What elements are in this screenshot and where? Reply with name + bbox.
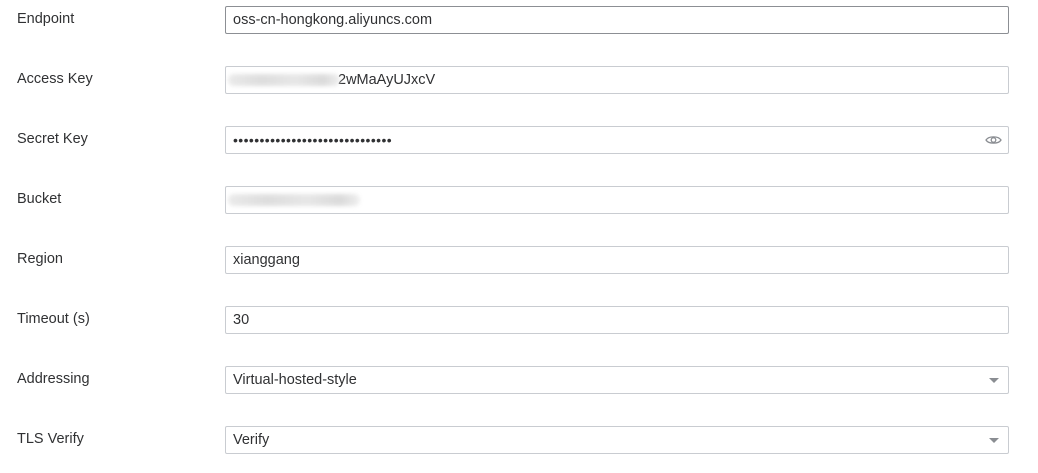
eye-icon[interactable] [985,132,1002,148]
tls-verify-selected-value: Verify [233,432,270,448]
tls-verify-row: TLS Verify Verify [0,426,1038,454]
timeout-row: Timeout (s) [0,306,1038,334]
addressing-row: Addressing Virtual-hosted-style [0,366,1038,394]
region-row: Region [0,246,1038,274]
caret-down-icon[interactable] [989,438,999,443]
timeout-input[interactable] [226,307,1008,333]
access-key-field[interactable] [225,66,1009,94]
addressing-selected-value: Virtual-hosted-style [233,372,357,388]
bucket-field[interactable] [225,186,1009,214]
endpoint-field[interactable] [225,6,1009,34]
timeout-label: Timeout (s) [17,311,90,327]
tls-verify-select[interactable]: Verify [225,426,1009,454]
addressing-select[interactable]: Virtual-hosted-style [225,366,1009,394]
caret-down-icon[interactable] [989,378,999,383]
tls-verify-label: TLS Verify [17,431,84,447]
secret-key-input[interactable] [226,127,1008,153]
secret-key-row: Secret Key [0,126,1038,154]
region-input[interactable] [226,247,1008,273]
timeout-field[interactable] [225,306,1009,334]
addressing-label: Addressing [17,371,90,387]
endpoint-row: Endpoint [0,6,1038,34]
region-label: Region [17,251,63,267]
secret-key-field[interactable] [225,126,1009,154]
access-key-input[interactable] [226,67,1008,93]
access-key-row: Access Key [0,66,1038,94]
region-field[interactable] [225,246,1009,274]
storage-settings-form: Endpoint Access Key Secret Key Bucket [0,0,1038,473]
bucket-label: Bucket [17,191,62,207]
access-key-label: Access Key [17,71,93,87]
endpoint-input[interactable] [226,7,1008,33]
endpoint-label: Endpoint [17,11,75,27]
secret-key-label: Secret Key [17,131,88,147]
bucket-input[interactable] [226,187,1008,213]
bucket-row: Bucket [0,186,1038,214]
